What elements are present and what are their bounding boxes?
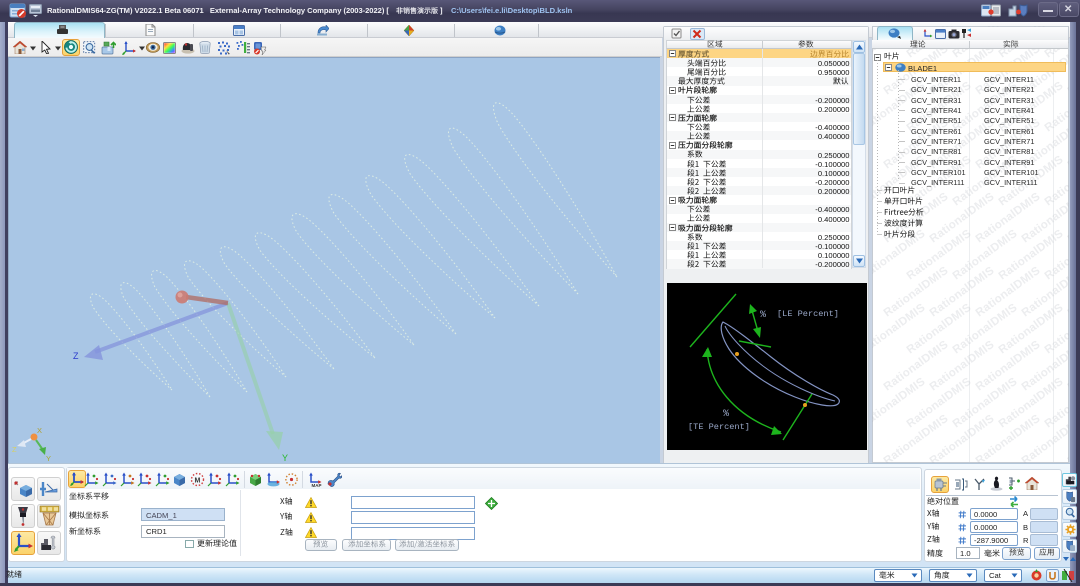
svg-text:Z: Z [12,445,17,454]
svg-text:Y: Y [46,454,51,463]
svg-text:M: M [195,478,201,485]
svg-text:[LE Percent]: [LE Percent] [777,309,839,319]
svg-text:%: % [760,310,766,321]
svg-text:RationalDMIS: RationalDMIS [1066,339,1069,394]
svg-text:Z: Z [73,351,79,361]
svg-text:X: X [37,426,42,435]
svg-text:RationalDMIS: RationalDMIS [1066,43,1069,98]
svg-text:RationalDMIS: RationalDMIS [1066,191,1069,246]
svg-text:[TE Percent]: [TE Percent] [688,422,750,432]
svg-text:MAP: MAP [312,483,322,487]
svg-text:%: % [723,409,729,420]
svg-text:Y: Y [282,453,288,463]
svg-text:RationalDMIS: RationalDMIS [1066,117,1069,172]
svg-text:RationalDMIS: RationalDMIS [1066,265,1069,320]
